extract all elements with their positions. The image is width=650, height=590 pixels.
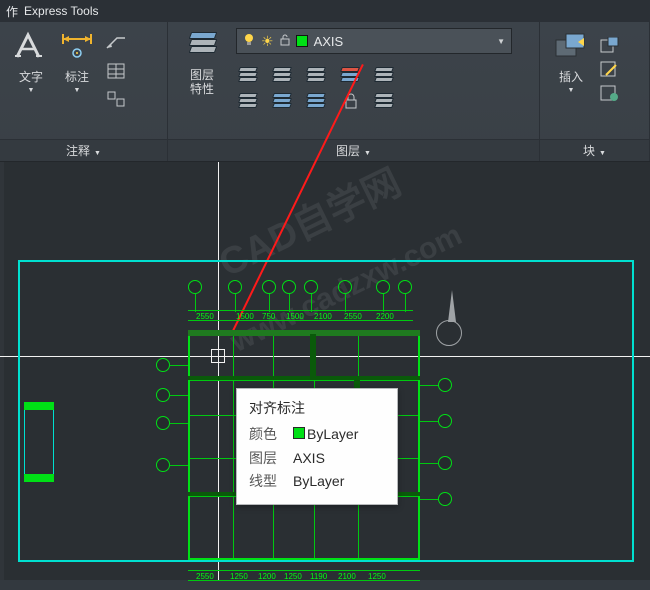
create-block-icon[interactable] (598, 36, 622, 54)
edit-block-icon[interactable] (598, 60, 622, 78)
tooltip-layer-label: 图层 (249, 447, 285, 471)
chevron-down-icon: ▼ (568, 87, 575, 94)
lightbulb-icon (243, 33, 255, 50)
dimension-icon (59, 28, 95, 64)
text-button[interactable]: 文字 ▼ (8, 28, 54, 94)
properties-tooltip: 对齐标注 颜色 ByLayer 图层 AXIS 线型 ByLayer (236, 388, 398, 505)
layer-tool-6[interactable] (236, 90, 262, 112)
chevron-down-icon: ▼ (74, 87, 81, 94)
edit-attr-icon[interactable] (598, 84, 622, 102)
hatch-icon[interactable] (104, 90, 128, 108)
layer-tool-8[interactable] (304, 90, 330, 112)
dimension-button-label: 标注 (65, 68, 89, 85)
tab-express-tools[interactable]: Express Tools (24, 4, 98, 18)
lock-open-icon (280, 34, 290, 49)
layer-tool-5[interactable] (372, 64, 398, 86)
tooltip-ltype-value: ByLayer (293, 470, 344, 494)
layer-color-swatch (296, 35, 308, 47)
sun-icon: ☀ (261, 33, 274, 50)
table-icon[interactable] (104, 62, 128, 80)
dimension-button[interactable]: 标注 ▼ (54, 28, 100, 94)
insert-icon (553, 28, 589, 64)
layer-properties-button[interactable]: 图层 特性 (176, 28, 228, 112)
panel-title-annotation[interactable]: 注释▼ (0, 139, 167, 161)
layer-properties-label: 图层 特性 (190, 68, 214, 97)
panel-title-block[interactable]: 块▼ (540, 139, 649, 161)
north-arrow (436, 290, 462, 346)
text-button-label: 文字 (19, 68, 43, 85)
layer-tool-1[interactable] (236, 64, 262, 86)
tooltip-layer-value: AXIS (293, 447, 325, 471)
insert-button-label: 插入 (559, 68, 583, 85)
leader-icon[interactable] (104, 34, 128, 52)
tooltip-color-value: ByLayer (307, 426, 358, 442)
insert-button[interactable]: 插入 ▼ (548, 28, 594, 94)
tooltip-ltype-label: 线型 (249, 470, 285, 494)
layer-tool-10[interactable] (372, 90, 398, 112)
drawing-canvas[interactable]: CAD自学网 www.cadzxw.com 2550 1500 (0, 162, 650, 580)
current-layer-name: AXIS (314, 34, 344, 49)
tooltip-title: 对齐标注 (249, 397, 385, 421)
layer-tool-2[interactable] (270, 64, 296, 86)
layer-tool-3[interactable] (304, 64, 330, 86)
chevron-down-icon: ▼ (497, 37, 505, 46)
chevron-down-icon: ▼ (28, 87, 35, 94)
layer-tool-7[interactable] (270, 90, 296, 112)
text-icon (13, 28, 49, 64)
tooltip-color-swatch (293, 427, 305, 439)
panel-title-layer[interactable]: 图层▼ (168, 139, 539, 161)
layer-selector[interactable]: ☀ AXIS ▼ (236, 28, 512, 54)
tab-partial: 作 (6, 3, 18, 20)
tooltip-color-label: 颜色 (249, 423, 285, 447)
layer-properties-icon (184, 28, 220, 64)
